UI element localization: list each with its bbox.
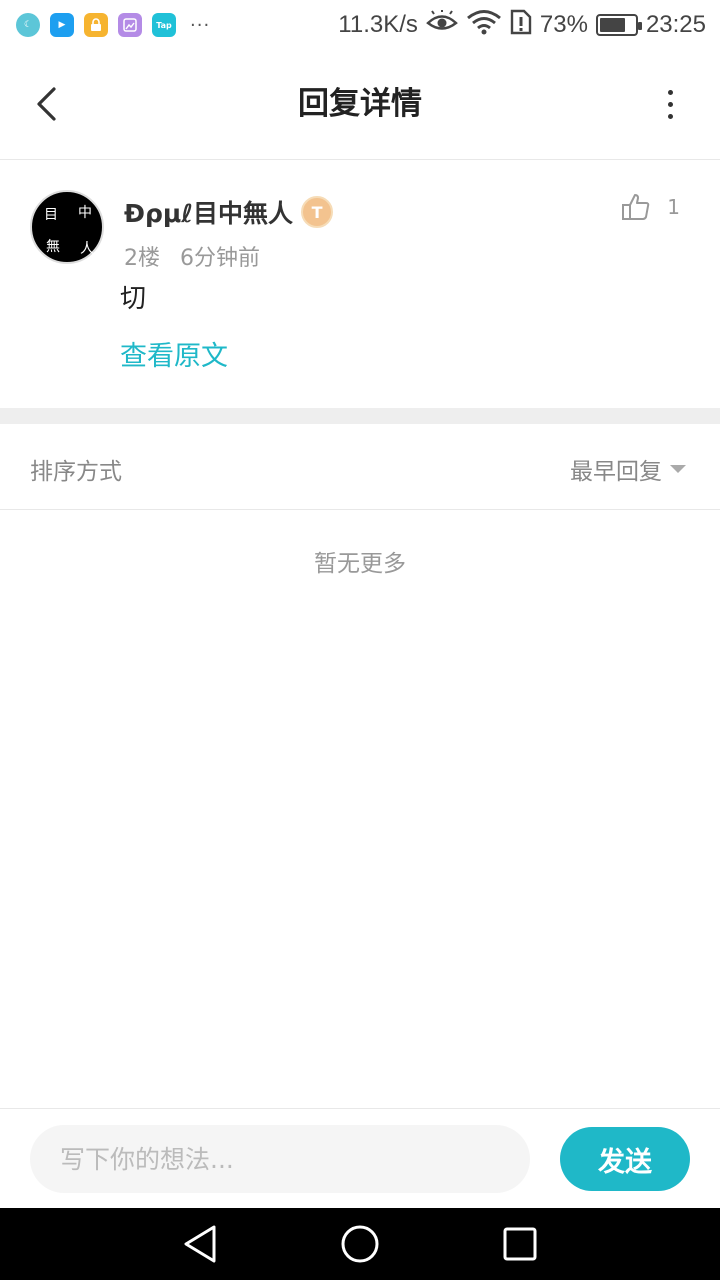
sort-dropdown[interactable]: 最早回复 xyxy=(570,452,686,486)
avatar-char: 目 xyxy=(44,207,58,223)
username-row: Ɖρμℓ目中無人 T xyxy=(124,194,334,230)
sim-alert-icon xyxy=(510,9,532,42)
comment-text: 切 xyxy=(120,284,147,314)
battery-fill xyxy=(599,18,625,32)
send-button[interactable]: 发送 xyxy=(560,1127,690,1191)
more-vertical-icon xyxy=(667,89,673,95)
circle-home-icon xyxy=(341,1225,379,1263)
sort-bar: 排序方式 最早回复 xyxy=(0,424,720,510)
square-recents-icon xyxy=(503,1227,537,1261)
lock-app-icon xyxy=(84,13,108,37)
caret-down-icon xyxy=(670,465,686,473)
reply-input[interactable] xyxy=(30,1125,530,1193)
like-count: 1 xyxy=(667,195,680,219)
system-nav-bar xyxy=(0,1208,720,1280)
status-bar: ☾ ▶ Tap ··· 11.3K/s 73% 23:25 xyxy=(0,0,720,50)
avatar-char: 人 xyxy=(80,241,94,257)
clock: 23:25 xyxy=(645,11,706,38)
more-notifications-icon: ··· xyxy=(190,14,211,36)
wifi-icon xyxy=(466,9,502,42)
sort-selected: 最早回复 xyxy=(570,459,662,485)
triangle-back-icon xyxy=(184,1225,216,1263)
more-options-button[interactable] xyxy=(660,84,680,124)
floor-number: 2楼 xyxy=(124,246,160,271)
more-vertical-dot xyxy=(667,101,673,107)
reply-comment: 目 中 無 人 Ɖρμℓ目中無人 T 2楼 6分钟前 1 切 查看原文 xyxy=(0,160,720,408)
comment-meta: 2楼 6分钟前 xyxy=(124,240,260,272)
tap-app-icon: Tap xyxy=(152,13,176,37)
thumbs-up-icon xyxy=(622,194,650,220)
battery-percent: 73% xyxy=(539,11,588,38)
more-vertical-dot xyxy=(667,113,673,119)
sort-label: 排序方式 xyxy=(30,459,122,485)
empty-state-text: 暂无更多 xyxy=(314,551,406,577)
page-title: 回复详情 xyxy=(298,86,422,122)
comment-time: 6分钟前 xyxy=(180,246,260,271)
eye-icon xyxy=(426,9,458,41)
nav-back-button[interactable] xyxy=(160,1208,240,1280)
nav-home-button[interactable] xyxy=(320,1208,400,1280)
avatar-char: 無 xyxy=(46,239,60,255)
header-bar: 回复详情 xyxy=(0,50,720,160)
view-original-link[interactable]: 查看原文 xyxy=(120,334,228,373)
username[interactable]: Ɖρμℓ目中無人 xyxy=(124,194,293,230)
nav-recents-button[interactable] xyxy=(480,1208,560,1280)
avatar[interactable]: 目 中 無 人 xyxy=(30,190,104,264)
moon-app-icon: ☾ xyxy=(16,13,40,37)
notification-icons: ☾ ▶ Tap ··· xyxy=(16,13,210,37)
gallery-app-icon xyxy=(118,13,142,37)
avatar-char: 中 xyxy=(78,205,92,221)
play-app-icon: ▶ xyxy=(50,13,74,37)
level-badge-icon: T xyxy=(301,196,334,228)
section-divider xyxy=(0,408,720,424)
reply-input-bar: 发送 xyxy=(0,1108,720,1208)
network-speed: 11.3K/s xyxy=(338,11,418,38)
status-right: 11.3K/s 73% 23:25 xyxy=(338,0,706,50)
like-button[interactable]: 1 xyxy=(621,192,680,222)
battery-icon xyxy=(595,14,642,36)
